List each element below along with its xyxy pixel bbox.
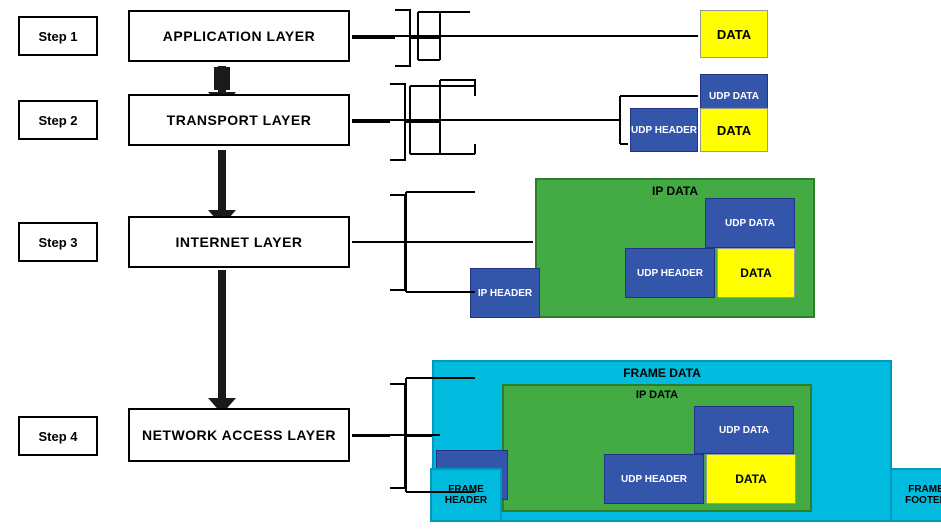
row3-data: DATA xyxy=(717,248,795,298)
frame-ip-data-label: IP DATA xyxy=(504,389,810,401)
row3-udp-header: UDP HEADER xyxy=(625,248,715,298)
app-layer-label: APPLICATION LAYER xyxy=(163,28,315,44)
row2-data: DATA xyxy=(700,108,768,152)
frame-data-label: FRAME DATA xyxy=(434,366,890,380)
frame-footer-label: FRAME FOOTER xyxy=(892,484,941,506)
frame-udp-header-label: UDP HEADER xyxy=(621,474,687,485)
step1-label: Step 1 xyxy=(38,29,77,44)
row3-ip-header-label: IP HEADER xyxy=(478,288,532,299)
step4-box: Step 4 xyxy=(18,416,98,456)
row2-udp-header-label: UDP HEADER xyxy=(631,125,697,136)
network-layer-label: NETWORK ACCESS LAYER xyxy=(142,427,336,443)
row1-data-label: DATA xyxy=(717,27,751,42)
row2-udp-header: UDP HEADER xyxy=(630,108,698,152)
network-layer-box: NETWORK ACCESS LAYER xyxy=(128,408,350,462)
step3-box: Step 3 xyxy=(18,222,98,262)
row1-data: DATA xyxy=(700,10,768,58)
step1-box: Step 1 xyxy=(18,16,98,56)
frame-header-box: FRAME HEADER xyxy=(430,468,502,522)
frame-header-label: FRAME HEADER xyxy=(432,484,500,506)
frame-udp-data: UDP DATA xyxy=(694,406,794,454)
frame-ip-data-container: IP DATA UDP DATA UDP HEADER DATA xyxy=(502,384,812,512)
frame-footer-box: FRAME FOOTER xyxy=(890,468,941,522)
transport-layer-label: TRANSPORT LAYER xyxy=(167,112,312,128)
row3-data-label: DATA xyxy=(740,266,772,280)
step2-label: Step 2 xyxy=(38,113,77,128)
ip-data-container: IP DATA UDP DATA UDP HEADER DATA xyxy=(535,178,815,318)
step4-label: Step 4 xyxy=(38,429,77,444)
ip-data-label: IP DATA xyxy=(537,184,813,198)
row3-ip-header: IP HEADER xyxy=(470,268,540,318)
row3-udp-header-label: UDP HEADER xyxy=(637,268,703,279)
step3-label: Step 3 xyxy=(38,235,77,250)
frame-udp-data-label: UDP DATA xyxy=(719,425,769,436)
diagram-container: Step 1 Step 2 Step 3 Step 4 APPLICATION … xyxy=(0,0,941,529)
frame-data-yellow-label: DATA xyxy=(735,472,767,486)
row2-data-label: DATA xyxy=(717,123,751,138)
transport-layer-box: TRANSPORT LAYER xyxy=(128,94,350,146)
app-layer-box: APPLICATION LAYER xyxy=(128,10,350,62)
internet-layer-label: INTERNET LAYER xyxy=(175,234,302,250)
frame-udp-header: UDP HEADER xyxy=(604,454,704,504)
frame-data-yellow: DATA xyxy=(706,454,796,504)
step2-box: Step 2 xyxy=(18,100,98,140)
internet-layer-box: INTERNET LAYER xyxy=(128,216,350,268)
row3-udp-data: UDP DATA xyxy=(705,198,795,248)
row3-udp-data-label: UDP DATA xyxy=(725,218,775,229)
row2-udp-data-label: UDP DATA xyxy=(709,91,759,102)
